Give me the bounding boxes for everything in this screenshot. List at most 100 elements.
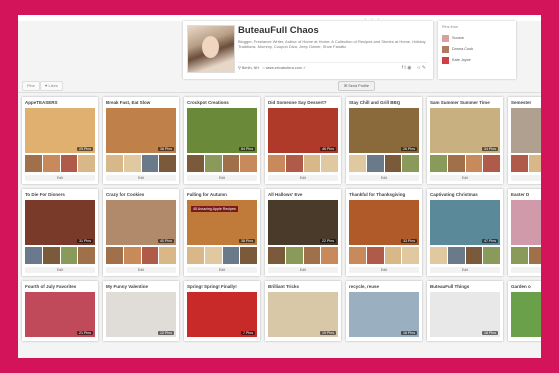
board-title[interactable]: recycle, reuse <box>349 284 421 289</box>
board-card[interactable]: All Hallows' Eve 22 Pins Edit <box>265 189 341 276</box>
board-thumbnail[interactable] <box>483 247 500 264</box>
board-title[interactable]: Crockpot Creations <box>187 100 259 105</box>
board-title[interactable]: Semester <box>511 100 541 105</box>
board-card[interactable]: Semester Edit <box>508 97 541 184</box>
board-cover[interactable]: 26 Pins <box>349 108 419 153</box>
board-cover[interactable]: 46 Pins <box>268 108 338 153</box>
board-card[interactable]: recycle, reuse 16 Pins <box>346 281 422 341</box>
board-cover[interactable]: 19 Pins <box>268 292 338 337</box>
board-thumbnail[interactable] <box>204 247 222 264</box>
board-title[interactable]: Thankful for Thanksgiving <box>349 192 421 197</box>
board-title[interactable]: Easter D <box>511 192 541 197</box>
board-cover[interactable]: 12 Pins <box>106 292 176 337</box>
board-thumbnail[interactable] <box>42 247 60 264</box>
board-thumbnail[interactable] <box>349 247 366 264</box>
board-thumbnail[interactable] <box>187 155 204 172</box>
board-card[interactable]: AppeTEASERS 25 Pins Edit <box>22 97 98 184</box>
board-cover[interactable]: 45 Amazing Apple Recipes 38 Pins <box>187 200 257 245</box>
tab-pins[interactable]: Pins <box>22 81 40 91</box>
twitter-icon[interactable]: t <box>404 65 405 71</box>
board-thumbnail[interactable] <box>204 155 222 172</box>
board-thumbnail[interactable] <box>60 155 78 172</box>
board-card[interactable]: ButeauFull Things 18 Pins <box>427 281 503 341</box>
board-card[interactable]: Did Someone Say Dessert? 46 Pins Edit <box>265 97 341 184</box>
board-title[interactable]: Break Fast, Eat Slow <box>106 100 178 105</box>
board-card[interactable]: Garden o <box>508 281 541 341</box>
edit-board-button[interactable]: Edit <box>430 175 500 181</box>
board-thumbnail[interactable] <box>285 247 303 264</box>
board-thumbnail[interactable] <box>285 155 303 172</box>
board-thumbnail[interactable] <box>159 155 176 172</box>
embed-icon[interactable]: ‹› <box>417 65 420 71</box>
board-thumbnail[interactable] <box>25 155 42 172</box>
board-cover[interactable]: 33 Pins <box>349 200 419 245</box>
board-thumbnail[interactable] <box>321 155 338 172</box>
board-cover[interactable]: 31 Pins <box>25 200 95 245</box>
edit-board-button[interactable]: Edit <box>106 267 176 273</box>
board-title[interactable]: Did Someone Say Dessert? <box>268 100 340 105</box>
board-thumbnail[interactable] <box>528 155 541 172</box>
board-card[interactable]: Brilliant Tricks 19 Pins <box>265 281 341 341</box>
board-title[interactable]: Crazy for Cookies <box>106 192 178 197</box>
board-cover[interactable]: 36 Pins <box>106 108 176 153</box>
edit-board-button[interactable]: Edit <box>349 175 419 181</box>
board-cover[interactable]: 84 Pins <box>187 108 257 153</box>
avatar[interactable] <box>187 25 235 73</box>
board-title[interactable]: Captivating Christmas <box>430 192 502 197</box>
board-thumbnail[interactable] <box>384 247 402 264</box>
board-card[interactable]: Falling for Autumn 45 Amazing Apple Recip… <box>184 189 260 276</box>
board-title[interactable]: ButeauFull Things <box>430 284 502 289</box>
board-cover[interactable] <box>511 200 541 245</box>
board-thumbnail[interactable] <box>321 247 338 264</box>
board-card[interactable]: Sam Summer Summer Time 34 Pins Edit <box>427 97 503 184</box>
board-cover[interactable] <box>511 108 541 153</box>
board-thumbnail[interactable] <box>528 247 541 264</box>
facebook-icon[interactable]: f <box>402 65 403 71</box>
board-thumbnail[interactable] <box>430 247 447 264</box>
board-thumbnail[interactable] <box>465 247 483 264</box>
board-cover[interactable]: 7 Pins <box>187 292 257 337</box>
board-thumbnail[interactable] <box>106 247 123 264</box>
board-thumbnail[interactable] <box>402 247 419 264</box>
board-card[interactable]: Captivating Christmas 47 Pins Edit <box>427 189 503 276</box>
board-card[interactable]: Stay Chill and Grill BBQ 26 Pins Edit <box>346 97 422 184</box>
board-thumbnail[interactable] <box>366 155 384 172</box>
pins-from-item[interactable]: Source <box>442 34 464 42</box>
profile-website[interactable]: www.ericabutera.com <box>266 66 302 70</box>
board-thumbnail[interactable] <box>123 155 141 172</box>
edit-board-button[interactable]: Edit <box>511 267 541 273</box>
board-cover[interactable]: 40 Pins <box>106 200 176 245</box>
board-thumbnail[interactable] <box>106 155 123 172</box>
board-title[interactable]: My Funny Valentine <box>106 284 178 289</box>
board-title[interactable]: Sam Summer Summer Time <box>430 100 502 105</box>
edit-board-button[interactable]: Edit <box>187 175 257 181</box>
board-cover[interactable]: 18 Pins <box>430 292 500 337</box>
board-title[interactable]: To Die For Dinners <box>25 192 97 197</box>
board-thumbnail[interactable] <box>123 247 141 264</box>
board-title[interactable]: Falling for Autumn <box>187 192 259 197</box>
board-thumbnail[interactable] <box>511 155 528 172</box>
board-cover[interactable]: 34 Pins <box>430 108 500 153</box>
edit-board-button[interactable]: Edit <box>349 267 419 273</box>
board-title[interactable]: Brilliant Tricks <box>268 284 340 289</box>
board-thumbnail[interactable] <box>303 155 321 172</box>
edit-board-button[interactable]: Edit <box>268 175 338 181</box>
board-title[interactable]: Spring! Spring! Finally! <box>187 284 259 289</box>
board-thumbnail[interactable] <box>141 247 159 264</box>
rss-icon[interactable]: ◉ <box>407 65 411 71</box>
board-card[interactable]: Fourth of July Favorites 21 Pins <box>22 281 98 341</box>
board-card[interactable]: My Funny Valentine 12 Pins <box>103 281 179 341</box>
pins-from-item[interactable]: Donna Cook <box>442 45 473 53</box>
board-thumbnail[interactable] <box>159 247 176 264</box>
board-thumbnail[interactable] <box>384 155 402 172</box>
board-thumbnail[interactable] <box>268 247 285 264</box>
board-thumbnail[interactable] <box>240 247 257 264</box>
edit-board-button[interactable]: Edit <box>25 267 95 273</box>
board-card[interactable]: Crockpot Creations 84 Pins Edit <box>184 97 260 184</box>
board-thumbnail[interactable] <box>240 155 257 172</box>
board-cover[interactable]: 25 Pins <box>25 108 95 153</box>
board-card[interactable]: Thankful for Thanksgiving 33 Pins Edit <box>346 189 422 276</box>
board-thumbnail[interactable] <box>78 247 95 264</box>
board-thumbnail[interactable] <box>187 247 204 264</box>
board-card[interactable]: Spring! Spring! Finally! 7 Pins <box>184 281 260 341</box>
